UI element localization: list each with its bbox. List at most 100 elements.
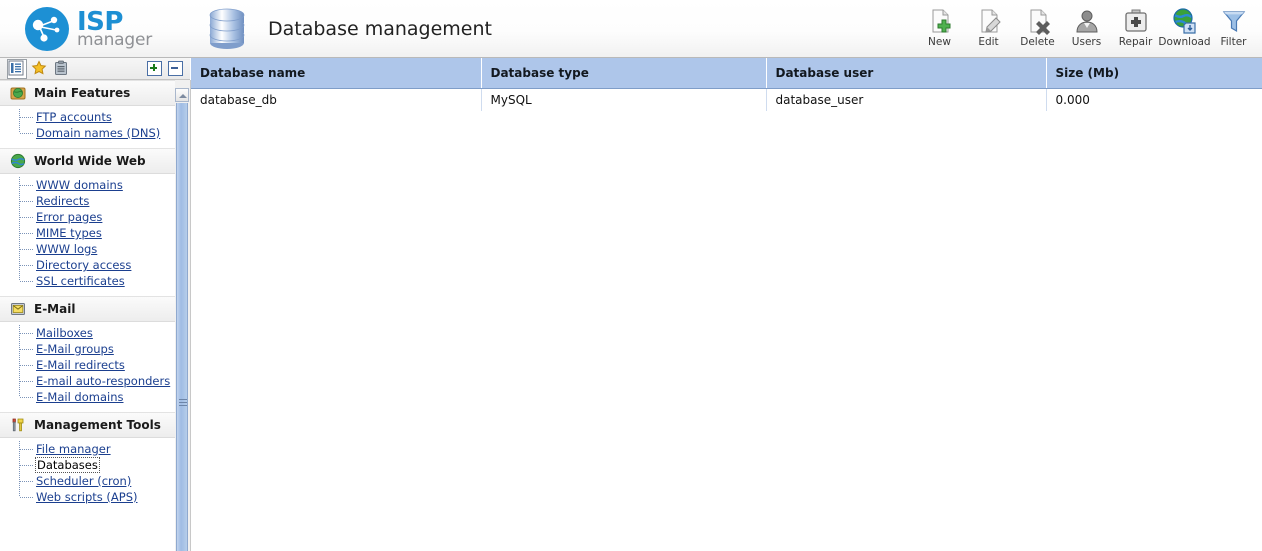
sidebar-item-label: Mailboxes xyxy=(36,326,93,340)
sidebar-item-email-domains[interactable]: E-Mail domains xyxy=(0,389,175,405)
list-view-icon[interactable] xyxy=(7,58,27,79)
users-button[interactable]: Users xyxy=(1062,3,1111,53)
sidebar-item-label: Error pages xyxy=(36,210,103,224)
tree-branch-icon xyxy=(19,457,35,473)
edit-button-label: Edit xyxy=(978,36,999,48)
user-icon xyxy=(1073,7,1101,35)
tree-branch-icon xyxy=(19,209,35,225)
scroll-up-arrow-icon[interactable] xyxy=(175,88,189,102)
filter-button-label: Filter xyxy=(1220,36,1247,48)
tree-branch-icon xyxy=(19,473,35,489)
sidebar-item-label: File manager xyxy=(36,442,111,456)
column-header-database-type[interactable]: Database type xyxy=(481,58,767,89)
new-button[interactable]: New xyxy=(915,3,964,53)
funnel-icon xyxy=(1220,7,1248,35)
section-title: Main Features xyxy=(34,86,131,100)
cell-size-mb: 0.000 xyxy=(1055,92,1090,107)
tree-branch-icon xyxy=(19,125,35,141)
sidebar-item-web-scripts-aps[interactable]: Web scripts (APS) xyxy=(0,489,175,505)
sidebar-item-ftp-accounts[interactable]: FTP accounts xyxy=(0,109,175,125)
sidebar-section-world-wide-web[interactable]: World Wide Web xyxy=(0,148,175,174)
sidebar-item-mime-types[interactable]: MIME types xyxy=(0,225,175,241)
collapse-all-button[interactable] xyxy=(168,61,183,76)
tree-branch-icon xyxy=(19,273,35,289)
globe-download-icon xyxy=(1171,7,1199,35)
page-title-area: Database management xyxy=(202,0,492,58)
tree-branch-icon xyxy=(19,193,35,209)
envelope-icon xyxy=(10,301,26,317)
sidebar-item-email-redirects[interactable]: E-Mail redirects xyxy=(0,357,175,373)
sidebar-section-items: FTP accounts Domain names (DNS) xyxy=(0,106,175,148)
tools-icon xyxy=(10,417,26,433)
sidebar-item-label: Redirects xyxy=(36,194,90,208)
sidebar-section-main-features[interactable]: Main Features xyxy=(0,80,175,106)
tree-branch-icon xyxy=(19,241,35,257)
page-delete-icon xyxy=(1024,7,1052,35)
tree-branch-icon xyxy=(19,225,35,241)
tree-branch-icon xyxy=(19,341,35,357)
tree-branch-icon xyxy=(19,325,35,341)
sidebar-item-label: E-Mail redirects xyxy=(36,358,125,372)
sidebar-item-domain-names-dns[interactable]: Domain names (DNS) xyxy=(0,125,175,141)
section-title: World Wide Web xyxy=(34,154,146,168)
sidebar-scrollbar-track[interactable] xyxy=(176,103,188,551)
sidebar-item-ssl-certificates[interactable]: SSL certificates xyxy=(0,273,175,289)
first-aid-kit-icon xyxy=(1122,7,1150,35)
sidebar-item-label: E-mail auto-responders xyxy=(36,374,171,388)
sidebar-item-directory-access[interactable]: Directory access xyxy=(0,257,175,273)
tree-branch-icon xyxy=(19,373,35,389)
clipboard-icon[interactable] xyxy=(53,60,71,78)
sidebar-splitter[interactable] xyxy=(175,80,191,551)
sidebar-section-email[interactable]: E-Mail xyxy=(0,296,175,322)
sidebar-item-email-groups[interactable]: E-Mail groups xyxy=(0,341,175,357)
sidebar-item-label: WWW domains xyxy=(36,178,123,192)
sidebar-item-label: Databases xyxy=(35,456,100,473)
column-header-database-name[interactable]: Database name xyxy=(191,58,482,89)
download-button[interactable]: Download xyxy=(1158,3,1211,53)
cell-database-name: database_db xyxy=(191,88,482,111)
expand-all-button[interactable] xyxy=(147,61,162,76)
isp-manager-logo[interactable]: ISP manager xyxy=(24,6,152,52)
sidebar-item-databases[interactable]: Databases xyxy=(0,456,175,473)
edit-button[interactable]: Edit xyxy=(964,3,1013,53)
sidebar-item-www-domains[interactable]: WWW domains xyxy=(0,177,175,193)
tree-branch-icon xyxy=(19,177,35,193)
sidebar-section-management-tools[interactable]: Management Tools xyxy=(0,412,175,438)
delete-button-label: Delete xyxy=(1020,36,1055,48)
sidebar-item-scheduler-cron[interactable]: Scheduler (cron) xyxy=(0,473,175,489)
top-header-bar: ISP manager Database management New Edit… xyxy=(0,0,1262,58)
sidebar-item-redirects[interactable]: Redirects xyxy=(0,193,175,209)
sidebar-item-file-manager[interactable]: File manager xyxy=(0,441,175,457)
repair-button[interactable]: Repair xyxy=(1111,3,1160,53)
delete-button[interactable]: Delete xyxy=(1013,3,1062,53)
sidebar-item-error-pages[interactable]: Error pages xyxy=(0,209,175,225)
tree-branch-icon xyxy=(19,109,35,125)
cell-database-user: database_user xyxy=(766,88,1047,111)
sidebar-section-items: WWW domains Redirects Error pages MIME t… xyxy=(0,174,175,296)
repair-button-label: Repair xyxy=(1118,36,1153,48)
isp-logo-icon xyxy=(24,6,70,52)
column-header-size-mb[interactable]: Size (Mb) xyxy=(1046,58,1262,89)
sidebar-item-mailboxes[interactable]: Mailboxes xyxy=(0,325,175,341)
databases-table: Database name Database type Database use… xyxy=(191,58,1262,111)
table-header-row: Database name Database type Database use… xyxy=(191,58,1262,89)
sidebar-item-label: Domain names (DNS) xyxy=(36,126,161,140)
filter-button[interactable]: Filter xyxy=(1209,3,1258,53)
page-title: Database management xyxy=(268,18,492,40)
cell-database-type: MySQL xyxy=(481,88,767,111)
splitter-grip-handle[interactable] xyxy=(179,399,187,406)
column-header-database-user[interactable]: Database user xyxy=(766,58,1047,89)
star-favorites-icon[interactable] xyxy=(31,59,49,78)
sidebar-item-email-auto-responders[interactable]: E-mail auto-responders xyxy=(0,373,175,389)
globe-box-icon xyxy=(10,85,26,101)
sidebar-item-label: MIME types xyxy=(36,226,102,240)
sidebar-item-label: E-Mail domains xyxy=(36,390,124,404)
table-row[interactable]: database_db MySQL database_user 0.000 xyxy=(191,88,1262,111)
sidebar-item-label: Directory access xyxy=(36,258,132,272)
sidebar-item-www-logs[interactable]: WWW logs xyxy=(0,241,175,257)
logo-secondary-text: manager xyxy=(77,30,153,50)
sidebar-item-label: WWW logs xyxy=(36,242,98,256)
sidebar-section-items: File manager Databases Scheduler (cron) … xyxy=(0,438,175,512)
database-stack-icon xyxy=(202,5,252,53)
users-button-label: Users xyxy=(1071,36,1102,48)
